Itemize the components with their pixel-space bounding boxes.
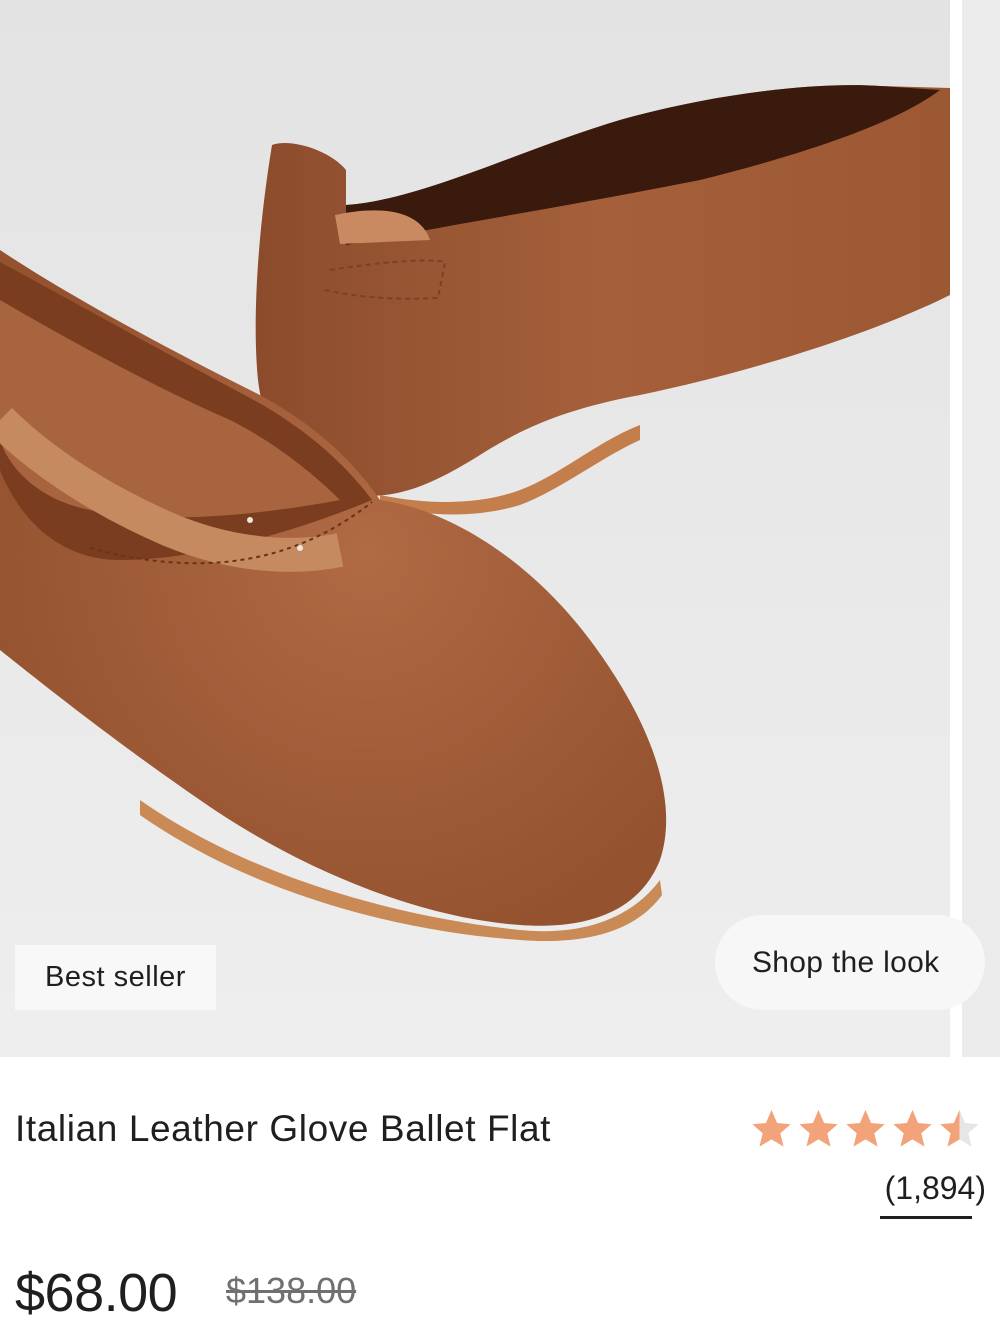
original-price: $138.00 bbox=[226, 1270, 357, 1311]
star-half-icon bbox=[940, 1109, 979, 1147]
star-icon bbox=[846, 1109, 885, 1147]
product-title: Italian Leather Glove Ballet Flat bbox=[15, 1108, 552, 1149]
star-icon bbox=[752, 1109, 791, 1147]
star-icon bbox=[799, 1109, 838, 1147]
product-image[interactable] bbox=[0, 0, 950, 1057]
star-rating[interactable] bbox=[748, 1106, 983, 1152]
ballet-flat-illustration bbox=[0, 0, 950, 1057]
next-image-peek[interactable] bbox=[962, 0, 1000, 1057]
sale-price: $68.00 bbox=[15, 1263, 178, 1323]
best-seller-badge: Best seller bbox=[15, 945, 216, 1010]
review-count-underline bbox=[880, 1216, 972, 1219]
shop-the-look-button[interactable]: Shop the look bbox=[715, 915, 985, 1010]
review-count-link[interactable]: (1,894) bbox=[868, 1170, 986, 1207]
star-icon bbox=[893, 1109, 932, 1147]
